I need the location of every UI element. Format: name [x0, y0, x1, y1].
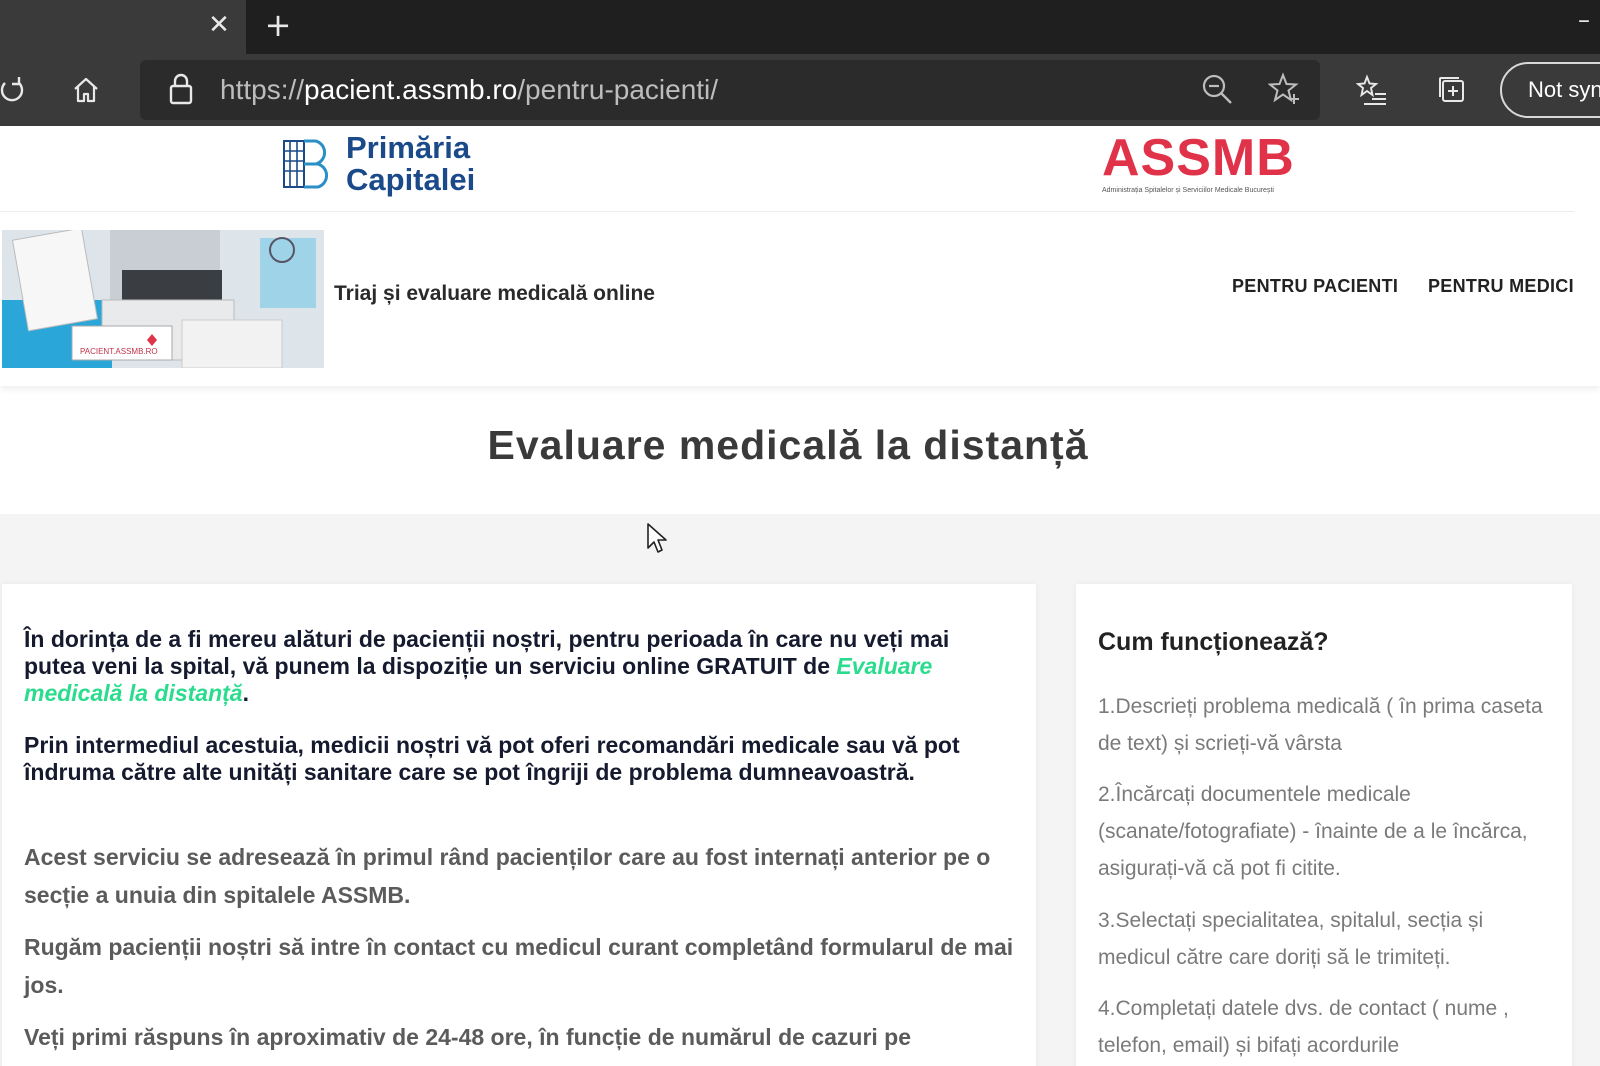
step-2: 2.Încărcați documentele medicale (scanat…: [1098, 783, 1528, 880]
main-navigation: PACIENT.ASSMB.RO Triaj și evaluare medic…: [0, 212, 1600, 386]
hero-caption: PACIENT.ASSMB.RO: [80, 347, 158, 356]
intro-end: .: [242, 680, 249, 706]
how-it-works-title: Cum funcționează?: [1098, 628, 1329, 656]
new-tab-icon[interactable]: +: [262, 8, 294, 42]
assmb-logo-subtitle: Administrația Spitalelor și Serviciilor …: [1102, 187, 1274, 194]
primaria-capitalei-logo[interactable]: Primăria Capitalei: [282, 132, 475, 196]
step-3: 3.Selectați specialitatea, spitalul, sec…: [1098, 909, 1484, 969]
collections-icon[interactable]: [1432, 70, 1472, 110]
website-viewport: Primăria Capitalei ASSMB Administrația S…: [0, 126, 1600, 1066]
page-title: Evaluare medicală la distanță: [487, 422, 1089, 468]
logo-text-line1: Primăria: [346, 130, 471, 165]
audience-paragraph: Acest serviciu se adresează în primul râ…: [24, 844, 991, 908]
recommendations-paragraph: Prin intermediul acestuia, medicii noștr…: [24, 732, 960, 785]
url-path: /pentru-pacienti/: [517, 74, 719, 105]
nav-pentru-pacienti[interactable]: PENTRU PACIENTI: [1232, 276, 1398, 297]
site-tagline[interactable]: Triaj și evaluare medicală online: [334, 282, 655, 306]
favorites-list-icon[interactable]: [1352, 70, 1392, 110]
browser-tab[interactable]: ✕: [0, 0, 246, 54]
mouse-cursor-icon: [647, 523, 667, 553]
intro-paragraph: În dorința de a fi mereu alături de paci…: [24, 626, 1014, 707]
home-icon[interactable]: [66, 70, 106, 110]
refresh-icon[interactable]: [0, 70, 32, 110]
url-text[interactable]: https://pacient.assmb.ro/pentru-pacienti…: [220, 72, 718, 108]
nav-pentru-medici[interactable]: PENTRU MEDICI: [1428, 276, 1574, 297]
minimize-icon[interactable]: –: [1578, 8, 1600, 32]
assmb-logo-word: ASSMB: [1102, 129, 1295, 187]
sync-profile-button[interactable]: Not syn: [1500, 62, 1600, 118]
contact-paragraph: Rugăm pacienții noștri să intre în conta…: [24, 934, 1014, 998]
address-bar[interactable]: https://pacient.assmb.ro/pentru-pacienti…: [140, 60, 1320, 120]
response-time-paragraph: Veți primi răspuns în aproximativ de 24-…: [24, 1024, 912, 1050]
lock-icon[interactable]: [166, 72, 200, 108]
zoom-out-icon[interactable]: [1200, 72, 1236, 108]
url-host: pacient.assmb.ro: [304, 74, 518, 105]
step-1: 1.Descrieți problema medicală ( în prima…: [1098, 695, 1543, 755]
intro-text: În dorința de a fi mereu alături de paci…: [24, 626, 950, 679]
hero-desk-image[interactable]: PACIENT.ASSMB.RO: [2, 230, 324, 368]
browser-tab-bar: ✕ + –: [0, 0, 1600, 54]
how-it-works-card: Cum funcționează? 1.Descrieți problema m…: [1076, 584, 1572, 1066]
primaria-building-icon: [283, 139, 328, 189]
url-scheme: https://: [220, 74, 305, 105]
step-4: 4.Completați datele dvs. de contact ( nu…: [1098, 997, 1509, 1057]
assmb-logo[interactable]: ASSMB Administrația Spitalelor și Servic…: [1102, 129, 1295, 200]
intro-card: În dorința de a fi mereu alături de paci…: [2, 584, 1036, 1066]
browser-toolbar: https://pacient.assmb.ro/pentru-pacienti…: [0, 54, 1600, 126]
favorite-star-icon[interactable]: [1267, 72, 1304, 108]
logo-text-line2: Capitalei: [346, 162, 476, 197]
close-tab-icon[interactable]: ✕: [204, 10, 234, 40]
